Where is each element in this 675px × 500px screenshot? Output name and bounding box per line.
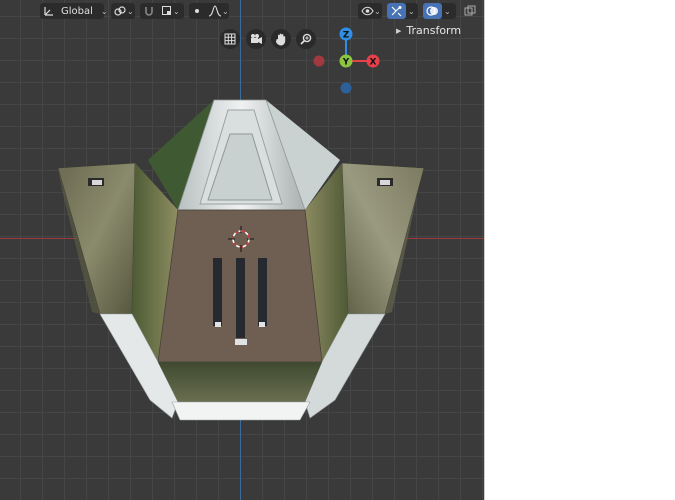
chevron-down-icon: ⌄: [374, 6, 381, 16]
gizmo-toggle-icon[interactable]: [387, 3, 406, 19]
expand-triangle-icon: ▶: [396, 26, 402, 35]
chevron-down-icon: ⌄: [173, 6, 180, 16]
transform-orientation-icon: [40, 3, 58, 19]
transform-panel-toggle[interactable]: ▶ Transform: [396, 24, 461, 37]
toggle-grid-view-icon[interactable]: [220, 29, 240, 49]
navigation-gizmo[interactable]: Z X Y: [300, 25, 390, 97]
camera-view-icon[interactable]: [246, 29, 266, 49]
transform-label: Transform: [406, 24, 462, 37]
chevron-down-icon: ⌄: [222, 6, 229, 16]
transform-orientation-dropdown[interactable]: Global ⌄: [40, 3, 108, 19]
orientation-label: Global: [61, 5, 93, 17]
overlays-dropdown[interactable]: ⌄: [423, 3, 456, 19]
chevron-down-icon: ⌄: [127, 6, 134, 16]
3d-viewport[interactable]: Global ⌄ ⌄ ⌄ ⌄ ⌄ ⌄ ⌄ Z X Y ▶ Transform: [0, 0, 484, 500]
overlay-icon[interactable]: [423, 3, 442, 19]
xray-icon: [461, 3, 479, 19]
snap-magnet-icon[interactable]: [140, 3, 158, 19]
proportional-edit-icon[interactable]: [189, 3, 205, 19]
proportional-edit-controls[interactable]: ⌄: [189, 3, 229, 19]
snap-controls[interactable]: ⌄: [140, 3, 184, 19]
pan-hand-icon[interactable]: [271, 29, 291, 49]
3d-cursor-icon[interactable]: [0, 0, 484, 500]
chevron-down-icon: ⌄: [444, 6, 451, 16]
chevron-down-icon: ⌄: [408, 6, 415, 16]
x-axis-label: X: [370, 58, 377, 68]
z-axis-label: Z: [343, 31, 350, 41]
visibility-dropdown[interactable]: ⌄: [358, 3, 382, 19]
pivot-point-dropdown[interactable]: ⌄: [111, 3, 135, 19]
xray-toggle[interactable]: [461, 3, 477, 19]
neg-z-axis-handle[interactable]: [340, 82, 352, 94]
chevron-down-icon: ⌄: [100, 6, 108, 16]
gizmo-dropdown[interactable]: ⌄: [387, 3, 418, 19]
neg-x-axis-handle[interactable]: [313, 55, 325, 67]
y-axis-label: Y: [342, 58, 350, 68]
blank-area: [484, 0, 675, 500]
